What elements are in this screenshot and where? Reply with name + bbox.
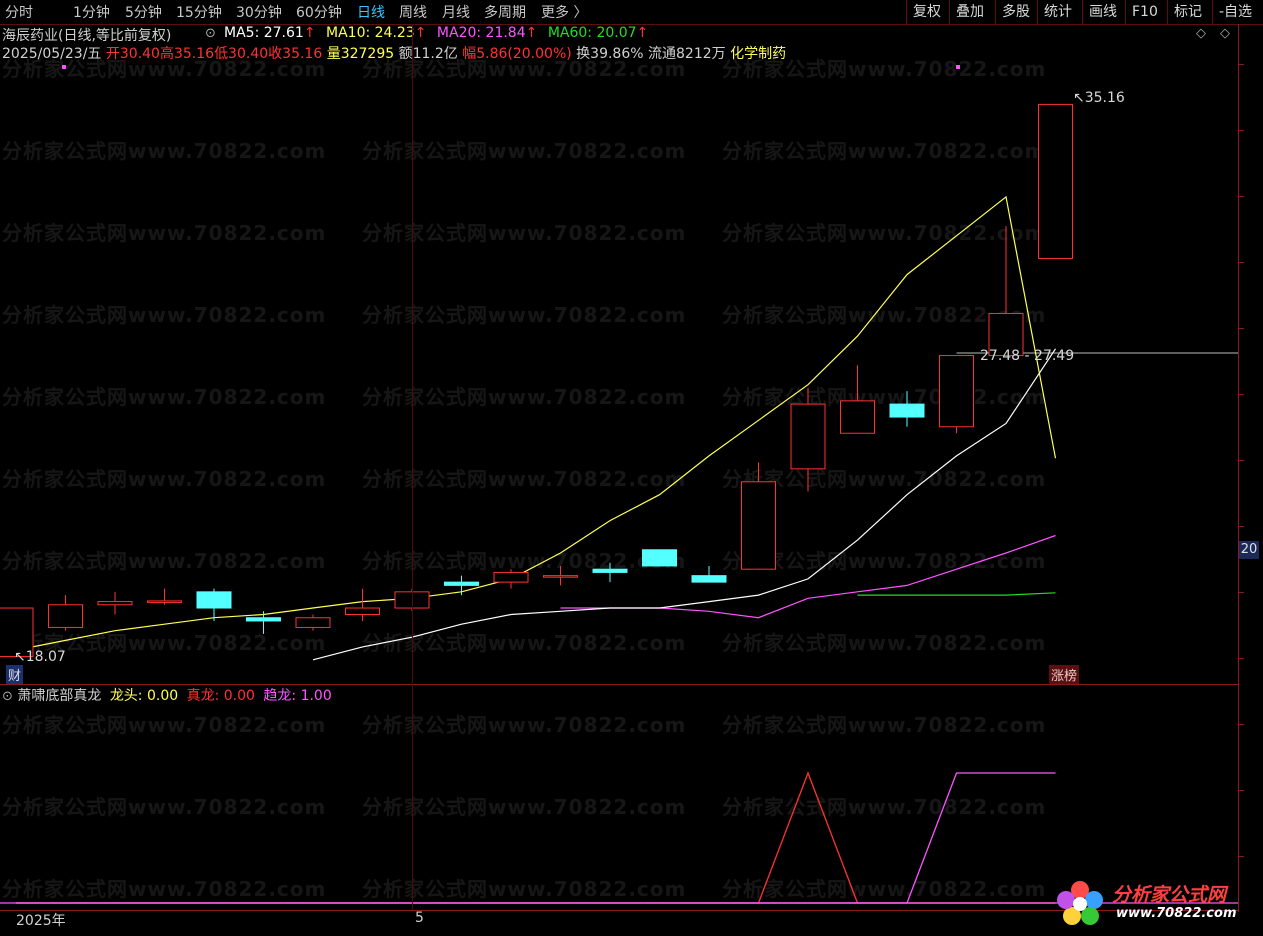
candle-body [691,575,727,583]
candle-body [147,600,182,603]
month-divider [412,24,413,910]
candle-body [741,481,776,570]
candle-body [543,575,578,578]
ma60-line [857,592,1056,596]
candle-body [48,604,83,628]
candle-body [889,403,925,418]
xaxis-separator [0,910,1238,911]
xaxis-year-label: 2025年 [16,913,66,929]
indicator-settings-icon[interactable]: ⊙ [2,689,13,704]
finance-badge[interactable]: 财 [6,665,24,684]
xaxis-month-label: 5 [415,910,424,926]
zhangbang-badge[interactable]: 涨榜 [1049,665,1080,684]
signal-dot [956,65,960,69]
ma10-line [15,195,1057,651]
axis-tick [1238,724,1244,725]
axis-tick [1238,64,1244,65]
signal-dot [62,65,66,69]
candle-body [642,549,677,567]
axis-tick [1238,592,1244,593]
candle-body [493,571,529,583]
axis-tick [1238,526,1244,527]
price-axis-line [1238,24,1239,912]
indicator-name: 萧啸底部真龙 [17,688,102,704]
candle-body [246,617,281,622]
flower-logo-icon [1057,881,1103,925]
candle-body [444,581,479,586]
logo-name: 分析家公式网 [1112,884,1227,906]
axis-tick [1238,196,1244,197]
axis-tick [1238,790,1244,791]
kline-chart[interactable] [0,0,1263,936]
logo-url: www.70822.com [1116,906,1237,921]
longtou-label: 龙头: 0.00 [109,688,179,704]
axis-tick [1238,262,1244,263]
axis-tick [1238,130,1244,131]
axis-price-badge: 20 [1239,541,1259,559]
axis-tick [1238,658,1244,659]
zhenlong-label: 真龙: 0.00 [186,688,255,704]
low-price-value: 18.07 [25,649,66,665]
axis-tick [1238,394,1244,395]
candle-body [1038,103,1073,259]
qulong-label: 趋龙: 1.00 [263,688,332,704]
axis-tick [1238,460,1244,461]
indicator-line-2 [16,772,1056,904]
high-price-value: 35.16 [1084,90,1125,106]
candle-body [97,601,133,606]
axis-tick [1238,856,1244,857]
candle-body [295,617,331,628]
axis-tick [1238,328,1244,329]
low-price-label: ↖18.07 [14,649,66,665]
crosshair-price-label: 27.48 - 27.49 [980,348,1075,364]
candle-body [345,607,380,615]
candle-body [790,403,826,470]
candle-body [939,355,974,428]
candle-body [840,400,875,434]
candle-body [592,568,628,573]
ma20-line [560,534,1056,619]
candle-body [196,591,232,609]
site-logo: 分析家公式网 www.70822.com [1054,878,1259,930]
high-price-label: ↖35.16 [1073,90,1125,106]
indicator-line-1 [16,771,1056,904]
indicator-legend: ⊙ 萧啸底部真龙 龙头: 0.00 真龙: 0.00 趋龙: 1.00 [2,685,332,705]
